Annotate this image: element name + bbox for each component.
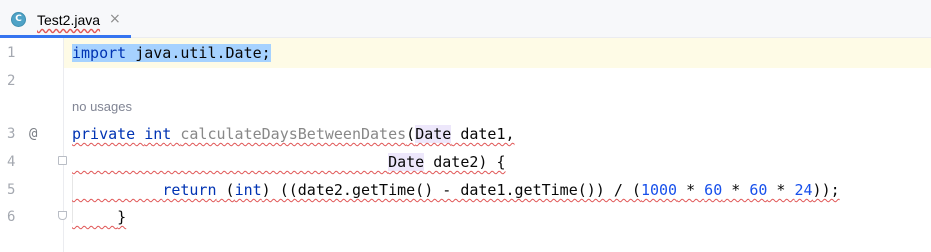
java-class-icon: C bbox=[11, 12, 26, 27]
number-literal: 24 bbox=[794, 181, 813, 199]
line-number: 5 bbox=[7, 182, 16, 198]
close-icon[interactable]: × bbox=[109, 11, 121, 27]
code-text: ( bbox=[216, 181, 235, 199]
number-literal: 60 bbox=[704, 181, 723, 199]
code-text: date2) { bbox=[424, 153, 506, 171]
editor-tab-bar: C Test2.java × bbox=[0, 0, 931, 38]
error-underline: private int calculateDaysBetweenDates(Da… bbox=[72, 125, 515, 143]
error-underline: } bbox=[72, 208, 126, 226]
usages-inlay-hint[interactable]: no usages bbox=[72, 99, 132, 115]
tab-test2-java[interactable]: C Test2.java × bbox=[0, 0, 131, 38]
number-literal: 1000 bbox=[640, 181, 678, 199]
fold-toggle-icon[interactable] bbox=[58, 156, 67, 165]
code-line-4[interactable]: Date date2) { bbox=[72, 152, 505, 172]
code-line-6[interactable]: } bbox=[72, 207, 126, 227]
tab-label[interactable]: Test2.java bbox=[37, 12, 100, 28]
line-number: 2 bbox=[7, 73, 16, 89]
keyword: private bbox=[72, 125, 136, 143]
code-line-5[interactable]: return (int) ((date2.getTime() - date1.g… bbox=[72, 180, 840, 200]
keyword: int bbox=[144, 125, 172, 143]
code-line-3[interactable]: private int calculateDaysBetweenDates(Da… bbox=[72, 124, 515, 144]
code-text: * bbox=[677, 181, 705, 199]
type-name: Date bbox=[388, 153, 425, 171]
method-name: calculateDaysBetweenDates bbox=[180, 125, 407, 143]
selection: import java.util.Date; bbox=[72, 44, 271, 62]
number-literal: 60 bbox=[749, 181, 768, 199]
code-line-1[interactable]: import java.util.Date; bbox=[72, 43, 271, 63]
keyword: return bbox=[162, 181, 217, 199]
error-underline: Date date2) { bbox=[72, 153, 505, 171]
line-number: 1 bbox=[7, 45, 16, 61]
code-text: * bbox=[722, 181, 750, 199]
closing-brace: } bbox=[117, 208, 127, 226]
type-name: Date bbox=[415, 125, 452, 143]
line-number: 3 bbox=[7, 126, 16, 142]
error-underline: return (int) ((date2.getTime() - date1.g… bbox=[72, 181, 840, 199]
code-text: ( bbox=[406, 125, 416, 143]
code-text: * bbox=[767, 181, 795, 199]
fold-end-icon[interactable] bbox=[58, 211, 67, 220]
line-number: 6 bbox=[7, 209, 16, 225]
code-text: ) ((date2.getTime() - date1.getTime()) /… bbox=[261, 181, 641, 199]
code-text: date1, bbox=[451, 125, 515, 143]
keyword: import bbox=[72, 44, 127, 62]
override-marker-icon[interactable]: @ bbox=[29, 124, 37, 144]
keyword: int bbox=[234, 181, 262, 199]
code-text: java.util.Date; bbox=[126, 44, 271, 62]
code-text: )); bbox=[812, 181, 840, 199]
line-number: 4 bbox=[7, 154, 16, 170]
